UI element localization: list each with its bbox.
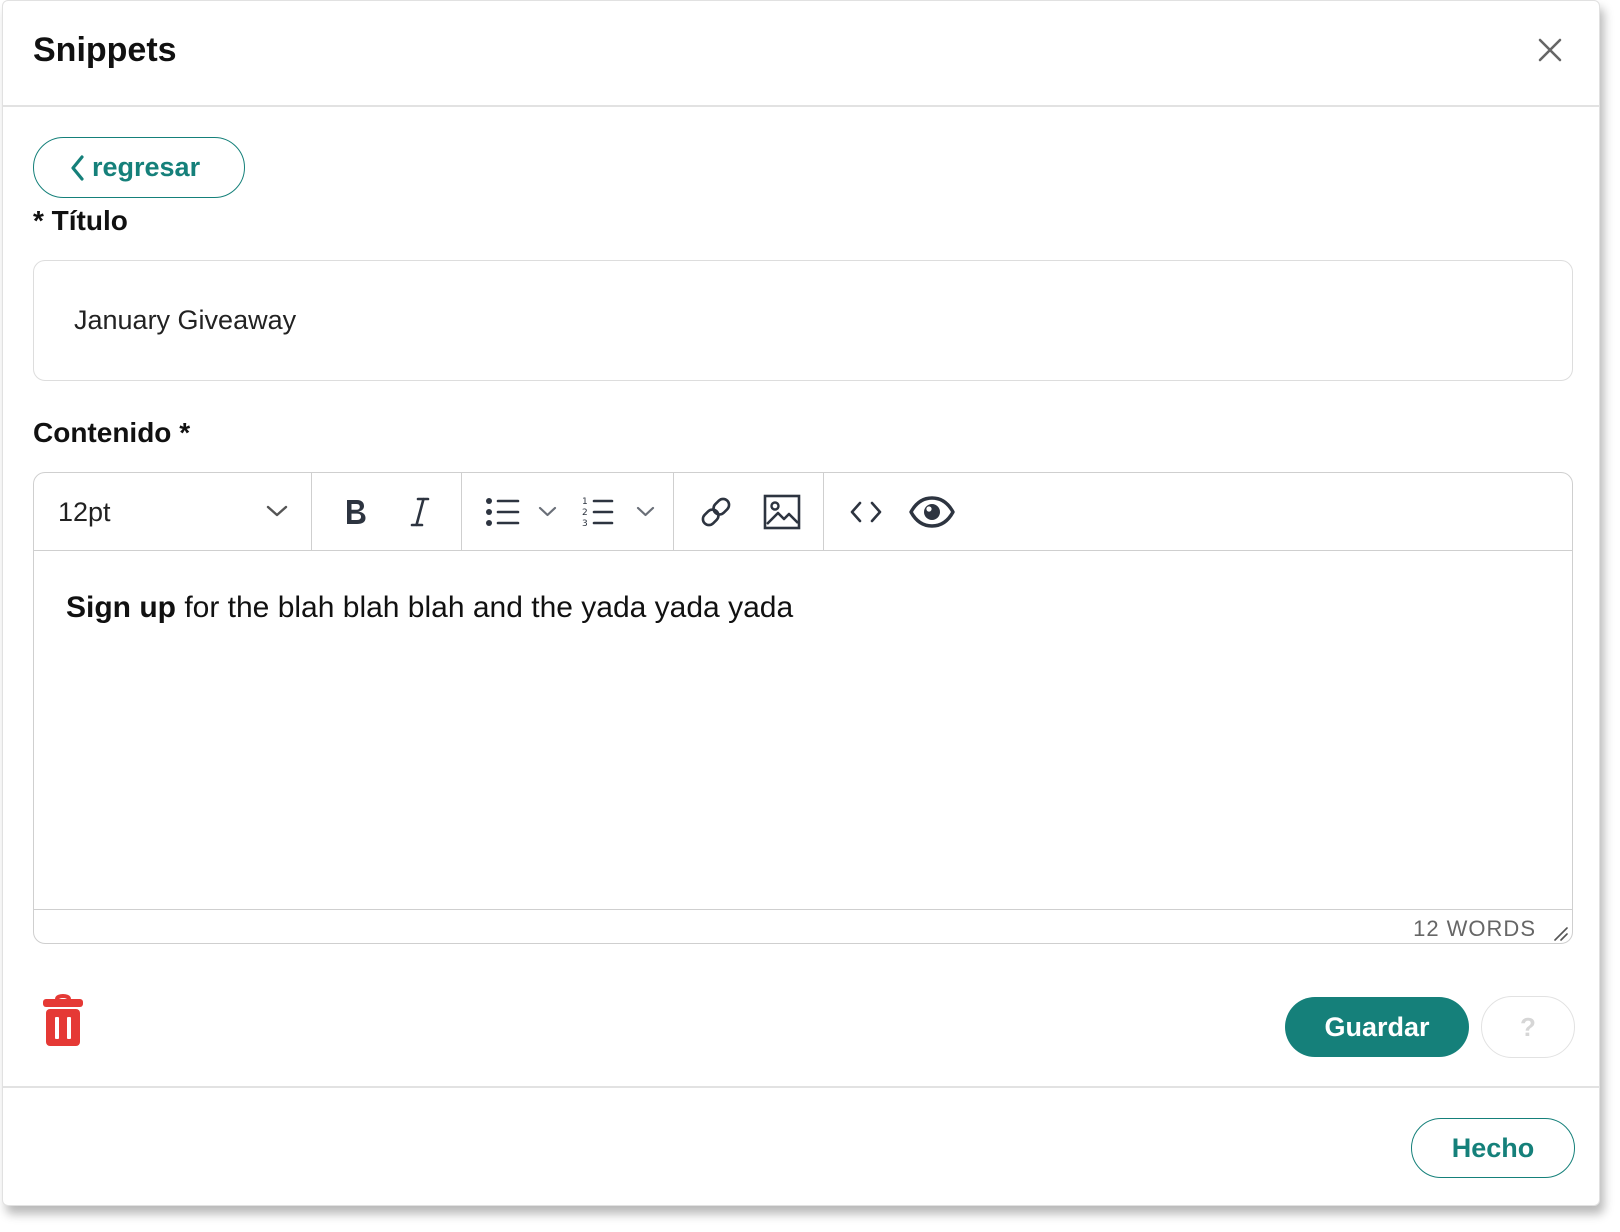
editor-bold-text: Sign up bbox=[66, 591, 176, 624]
snippets-modal: Snippets regresar * Título Contenido * 1… bbox=[2, 0, 1600, 1206]
image-icon bbox=[763, 494, 801, 530]
close-icon bbox=[1538, 38, 1562, 62]
close-button[interactable] bbox=[1537, 37, 1563, 63]
save-button[interactable]: Guardar bbox=[1285, 997, 1469, 1057]
modal-title: Snippets bbox=[33, 31, 177, 69]
bold-button[interactable] bbox=[334, 490, 378, 534]
bullet-list-button[interactable] bbox=[482, 490, 562, 534]
resize-handle-icon[interactable] bbox=[1552, 925, 1568, 941]
trash-icon bbox=[43, 994, 83, 1046]
help-button[interactable]: ? bbox=[1481, 996, 1575, 1058]
rich-text-editor: 12pt 1 2 3 Sign up for the blah blah bla… bbox=[33, 472, 1573, 944]
title-input[interactable] bbox=[33, 260, 1573, 381]
italic-button[interactable] bbox=[398, 490, 442, 534]
preview-button[interactable] bbox=[908, 490, 956, 534]
font-size-select[interactable]: 12pt bbox=[34, 473, 312, 551]
back-button[interactable]: regresar bbox=[33, 137, 245, 198]
editor-content-area[interactable]: Sign up for the blah blah blah and the y… bbox=[34, 551, 1572, 909]
svg-text:3: 3 bbox=[582, 519, 588, 529]
italic-icon bbox=[410, 497, 430, 527]
numbered-list-button[interactable]: 1 2 3 bbox=[580, 490, 660, 534]
content-field-label: Contenido * bbox=[33, 417, 191, 448]
font-size-value: 12pt bbox=[58, 497, 111, 527]
format-group bbox=[312, 473, 462, 551]
title-field-label: * Título bbox=[33, 205, 128, 236]
bold-icon bbox=[347, 500, 366, 524]
back-button-label: regresar bbox=[92, 152, 201, 182]
view-group bbox=[824, 473, 974, 551]
image-button[interactable] bbox=[760, 490, 804, 534]
svg-text:2: 2 bbox=[582, 508, 588, 518]
insert-group bbox=[674, 473, 824, 551]
numbered-list-icon: 1 2 3 bbox=[582, 497, 655, 529]
preview-eye-icon bbox=[909, 496, 955, 528]
chevron-left-icon bbox=[71, 154, 84, 181]
code-view-button[interactable] bbox=[844, 490, 888, 534]
link-icon bbox=[701, 497, 731, 527]
list-group: 1 2 3 bbox=[462, 473, 674, 551]
modal-header: Snippets bbox=[3, 1, 1599, 107]
delete-button[interactable] bbox=[41, 993, 85, 1049]
link-button[interactable] bbox=[694, 490, 738, 534]
editor-toolbar: 12pt 1 2 3 bbox=[34, 473, 1572, 551]
footer-divider bbox=[3, 1086, 1599, 1088]
svg-text:1: 1 bbox=[582, 497, 588, 507]
code-icon bbox=[850, 501, 882, 523]
editor-text: for the blah blah blah and the yada yada… bbox=[175, 591, 794, 624]
word-count: 12 WORDS bbox=[1413, 916, 1536, 941]
editor-status-bar: 12 WORDS bbox=[34, 909, 1572, 943]
done-button[interactable]: Hecho bbox=[1411, 1118, 1575, 1178]
chevron-down-icon bbox=[266, 505, 288, 517]
bullet-list-icon bbox=[486, 498, 557, 526]
